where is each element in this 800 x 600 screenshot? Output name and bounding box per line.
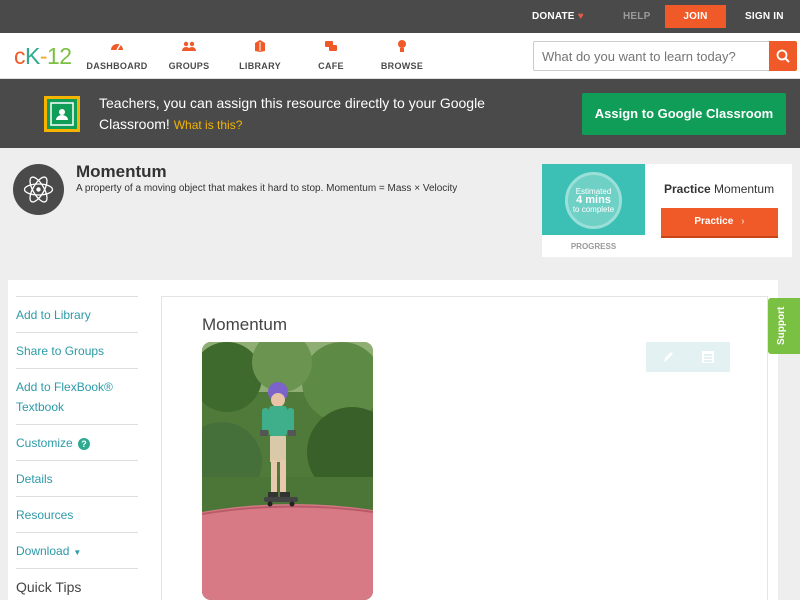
practice-card: Estimated 4 mins to complete PROGRESS Pr… bbox=[542, 164, 792, 257]
help-icon[interactable]: ? bbox=[78, 437, 91, 450]
progress-label: PROGRESS bbox=[570, 242, 617, 251]
classroom-message: Teachers, you can assign this resource d… bbox=[99, 95, 485, 132]
nav-groups[interactable]: GROUPS bbox=[154, 39, 224, 71]
groups-icon bbox=[182, 41, 196, 51]
practice-heading-topic: Momentum bbox=[714, 182, 775, 196]
logo-c: c bbox=[14, 43, 26, 69]
support-label: Support bbox=[776, 306, 787, 345]
google-classroom-banner: Teachers, you can assign this resource d… bbox=[0, 79, 800, 148]
google-classroom-icon bbox=[44, 96, 80, 132]
concept-description: A property of a moving object that makes… bbox=[76, 183, 458, 194]
sign-in-link[interactable]: SIGN IN bbox=[745, 0, 784, 33]
help-link[interactable]: HELP bbox=[623, 0, 650, 33]
concept-title: Momentum bbox=[76, 162, 167, 181]
heart-icon: ♥ bbox=[577, 11, 584, 22]
donate-label: DONATE bbox=[532, 11, 575, 22]
quick-tips-heading: Quick Tips bbox=[16, 568, 138, 600]
download-label: Download bbox=[16, 544, 70, 558]
ck12-logo[interactable]: cK-12 bbox=[14, 43, 72, 70]
resources-link[interactable]: Resources bbox=[16, 496, 138, 532]
browse-icon bbox=[398, 40, 406, 52]
caret-down-icon: ▼ bbox=[73, 548, 82, 557]
nav-dashboard[interactable]: DASHBOARD bbox=[82, 39, 152, 71]
textbook-label: Textbook bbox=[16, 400, 65, 414]
top-utility-bar: DONATE ♥ HELP JOIN SIGN IN bbox=[0, 0, 800, 33]
nav-groups-label: GROUPS bbox=[168, 61, 210, 71]
nav-library-label: LIBRARY bbox=[239, 61, 281, 71]
nav-browse[interactable]: BROWSE bbox=[367, 39, 437, 71]
share-to-groups-link[interactable]: Share to Groups bbox=[16, 332, 138, 368]
classroom-banner-text: Teachers, you can assign this resource d… bbox=[99, 93, 539, 136]
practice-button[interactable]: Practice › bbox=[661, 208, 778, 238]
search-button[interactable] bbox=[769, 41, 797, 71]
nav-cafe-label: CAFE bbox=[318, 61, 344, 71]
notes-icon[interactable] bbox=[700, 349, 716, 365]
customize-label: Customize bbox=[16, 436, 73, 450]
concept-sidebar: Add to Library Share to Groups Add to Fl… bbox=[8, 280, 151, 600]
logo-12: 12 bbox=[47, 43, 72, 69]
atom-icon bbox=[13, 164, 64, 215]
details-link[interactable]: Details bbox=[16, 460, 138, 496]
download-dropdown[interactable]: Download ▼ bbox=[16, 532, 138, 568]
donate-link[interactable]: DONATE ♥ bbox=[532, 0, 584, 33]
document-title: Momentum bbox=[202, 315, 288, 334]
practice-heading: Practice Momentum bbox=[664, 182, 774, 196]
add-to-library-link[interactable]: Add to Library bbox=[16, 296, 138, 332]
cafe-icon bbox=[325, 41, 337, 51]
what-is-this-link[interactable]: What is this? bbox=[174, 118, 243, 132]
annotation-toolbar bbox=[646, 342, 730, 372]
estimated-line-3: to complete bbox=[572, 205, 615, 214]
nav-cafe[interactable]: CAFE bbox=[296, 39, 366, 71]
main-navigation: cK-12 DASHBOARD GROUPS LIBRARY CAFE BROW… bbox=[0, 33, 800, 79]
estimated-time-badge: Estimated 4 mins to complete bbox=[565, 172, 622, 229]
practice-button-label: Practice bbox=[694, 216, 734, 227]
customize-link[interactable]: Customize ? bbox=[16, 424, 138, 460]
chevron-right-icon: › bbox=[741, 216, 745, 227]
library-icon bbox=[255, 40, 265, 52]
estimated-minutes: 4 mins bbox=[576, 194, 611, 206]
practice-heading-bold: Practice bbox=[664, 182, 711, 196]
search-input[interactable] bbox=[533, 41, 769, 71]
skateboarder-photo bbox=[202, 342, 373, 600]
assign-to-classroom-button[interactable]: Assign to Google Classroom bbox=[582, 93, 786, 135]
search-icon bbox=[776, 49, 790, 63]
nav-browse-label: BROWSE bbox=[380, 61, 424, 71]
dashboard-icon bbox=[111, 44, 123, 51]
logo-k: K bbox=[25, 43, 40, 69]
practice-progress-thumbnail: Estimated 4 mins to complete bbox=[542, 164, 645, 235]
nav-library[interactable]: LIBRARY bbox=[225, 39, 295, 71]
pencil-icon[interactable] bbox=[660, 349, 676, 365]
join-button[interactable]: JOIN bbox=[665, 5, 726, 28]
add-to-flexbook-label: Add to FlexBook® bbox=[16, 380, 113, 394]
nav-dashboard-label: DASHBOARD bbox=[86, 61, 148, 71]
add-to-flexbook-link[interactable]: Add to FlexBook® Textbook bbox=[16, 368, 138, 424]
logo-dash: - bbox=[39, 43, 48, 69]
support-tab[interactable]: Support bbox=[768, 298, 800, 354]
